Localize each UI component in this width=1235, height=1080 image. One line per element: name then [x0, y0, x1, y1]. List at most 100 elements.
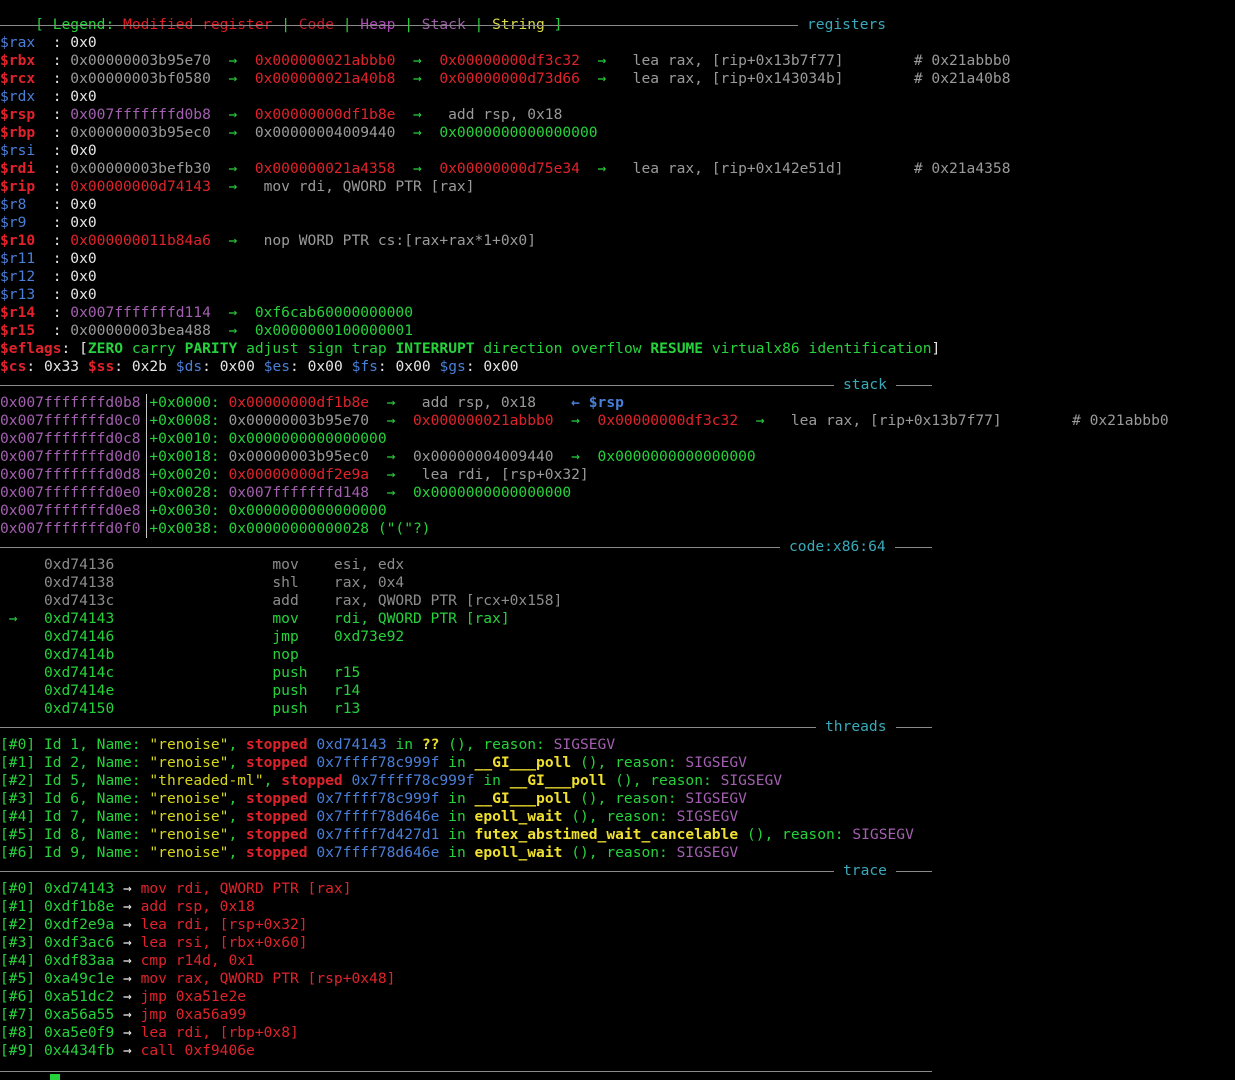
register-colon: : [52, 268, 71, 285]
register-name: $r9 [0, 214, 53, 231]
thread-function: futex_abstimed_wait_cancelable [474, 826, 739, 843]
eflag: overflow [571, 340, 642, 357]
trace-row: [#2] 0xdf2e9a → lea rdi, [rsp+0x32] [0, 916, 308, 934]
chain-value: 0x000000021abbb0 [413, 412, 554, 429]
code-mnemonic: push [272, 682, 334, 699]
thread-reason-label: (), reason: [562, 808, 677, 825]
thread-gap [35, 790, 44, 807]
registers-title: registers [798, 16, 932, 34]
chain-arrow: → [395, 160, 440, 177]
trace-address: 0xdf83aa [43, 952, 115, 969]
chain-value: 0x0 [70, 214, 97, 231]
trace-index: [#1] [0, 898, 36, 915]
code-address: 0xd74136 [43, 556, 115, 573]
thread-address: 0x7ffff78d646e [316, 844, 440, 861]
thread-reason-label: (), reason: [606, 772, 721, 789]
code-mnemonic: push [272, 700, 334, 717]
thread-function: ?? [421, 736, 440, 753]
chain-value: 0x00000003bea488 [70, 322, 211, 339]
stack-tag: ← $rsp [571, 394, 624, 411]
trace-row: [#8] 0xa5e0f9 → lea rdi, [rbp+0x8] [0, 1024, 299, 1042]
segment-name: $ss [87, 358, 115, 375]
register-row: $rip : 0x00000000d74143 → mov rdi, QWORD… [0, 178, 474, 196]
trace-instruction: lea rsi, [rbx+0x60] [140, 934, 308, 951]
chain-value: add rsp, 0x18 [421, 394, 537, 411]
segment-value: 0x00 [483, 358, 519, 375]
register-name: $rcx [0, 70, 53, 87]
thread-reason: SIGSEGV [852, 826, 914, 843]
thread-comma: , [228, 808, 247, 825]
thread-gap [35, 844, 44, 861]
register-name: $rdx [0, 88, 53, 105]
code-row: 0xd74138 shl rax, 0x4 [0, 574, 404, 592]
trace-row: [#1] 0xdf1b8e → add rsp, 0x18 [0, 898, 255, 916]
chain-value: 0x000000021abbb0 [254, 52, 396, 69]
chain-value: lea rax, [rip+0x13b7f77] # 0x21abbb0 [790, 412, 1169, 429]
thread-comma: , [228, 826, 247, 843]
register-colon: : [52, 52, 71, 69]
registers-separator: registers [0, 16, 932, 34]
trace-index: [#3] [0, 934, 36, 951]
eflags-space [562, 340, 571, 357]
thread-address: 0x7ffff7d427d1 [316, 826, 440, 843]
trace-index: [#9] [0, 1042, 36, 1059]
thread-address: 0x7ffff78c999f [316, 754, 440, 771]
eflags-space [343, 340, 352, 357]
thread-state: stopped [246, 790, 308, 807]
chain-value: 0x00000003b95e70 [228, 412, 370, 429]
trace-row: [#4] 0xdf83aa → cmp r14d, 0x1 [0, 952, 255, 970]
code-pad [0, 682, 44, 699]
code-row: → 0xd74143 mov rdi, QWORD PTR [rax] [0, 610, 510, 628]
eflag: ZERO [87, 340, 124, 357]
register-row: $r15 : 0x00000003bea488 → 0x000000010000… [0, 322, 413, 340]
thread-reason: SIGSEGV [676, 844, 739, 861]
code-gap [114, 628, 272, 645]
thread-state: stopped [281, 772, 343, 789]
code-title: code:x86:64 [780, 538, 895, 556]
trace-gap [35, 952, 44, 969]
trace-row: [#7] 0xa56a55 → jmp 0xa56a99 [0, 1006, 246, 1024]
code-operands: r13 [333, 700, 361, 717]
trace-address: 0xa49c1e [43, 970, 115, 987]
segment-name: $es [263, 358, 291, 375]
thread-gap [35, 826, 44, 843]
stack-address: 0x007fffffffd0d0 [0, 448, 141, 465]
thread-name: "renoise" [149, 826, 229, 843]
trace-instruction: jmp 0xa51e2e [140, 988, 247, 1005]
thread-address: 0x7ffff78c999f [351, 772, 475, 789]
stack-offset: +0x0020: [149, 466, 229, 483]
thread-id: Id 7, Name: [43, 808, 150, 825]
code-mnemonic: push [272, 664, 334, 681]
trace-address: 0xdf1b8e [43, 898, 115, 915]
segment-space [79, 358, 88, 375]
stack-offset: +0x0018: [149, 448, 229, 465]
thread-function: __GI___poll [474, 790, 572, 807]
segment-name: $cs [0, 358, 27, 375]
terminal-cursor [50, 1074, 60, 1080]
register-row: $r14 : 0x007fffffffd114 → 0xf6cab6000000… [0, 304, 413, 322]
thread-id: Id 6, Name: [43, 790, 150, 807]
thread-row: [#4] Id 7, Name: "renoise", stopped 0x7f… [0, 808, 738, 826]
register-row: $r9 : 0x0 [0, 214, 97, 232]
eflags-line: $eflags: [ZERO carry PARITY adjust sign … [0, 340, 940, 358]
code-row: 0xd7414c push r15 [0, 664, 360, 682]
segment-colon: : [465, 358, 484, 375]
thread-reason: SIGSEGV [720, 772, 783, 789]
stack-address: 0x007fffffffd0b8 [0, 394, 141, 411]
code-address: 0xd7414c [43, 664, 115, 681]
trace-arrow: → [114, 880, 141, 897]
gef-terminal[interactable]: [ Legend: Modified register | Code | Hea… [0, 0, 1235, 1080]
stack-offset: +0x0000: [149, 394, 229, 411]
code-row: 0xd74136 mov esi, edx [0, 556, 404, 574]
chain-value: 0x00000000df2e9a [228, 466, 370, 483]
chain-arrow: → [210, 52, 255, 69]
stack-offset: +0x0038: [149, 520, 229, 537]
chain-value: 0x00000000df1b8e [254, 106, 396, 123]
trace-address: 0xa56a55 [43, 1006, 115, 1023]
trace-instruction: cmp r14d, 0x1 [140, 952, 255, 969]
thread-reason-label: (), reason: [562, 844, 677, 861]
trace-address: 0xdf2e9a [43, 916, 115, 933]
trace-index: [#2] [0, 916, 36, 933]
thread-comma: , [228, 844, 247, 861]
trace-instruction: add rsp, 0x18 [140, 898, 255, 915]
